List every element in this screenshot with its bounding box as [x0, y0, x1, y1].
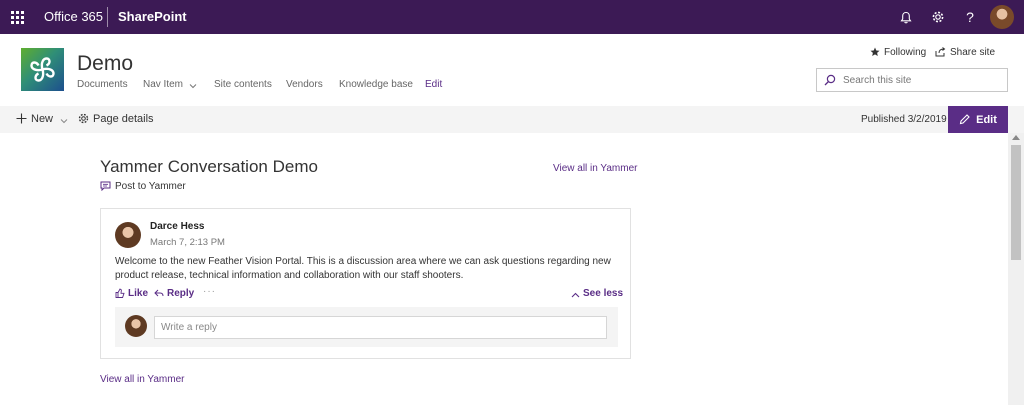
chevron-up-icon: [571, 292, 580, 298]
like-label: Like: [128, 288, 149, 299]
webpart-title: Yammer Conversation Demo: [100, 157, 318, 176]
command-bar: New Page details Published 3/2/2019 Edit: [0, 106, 1024, 133]
pencil-icon: [959, 114, 970, 125]
help-icon[interactable]: ?: [953, 0, 987, 34]
site-logo[interactable]: [21, 48, 64, 91]
page-details-button[interactable]: Page details: [78, 113, 154, 125]
search-box[interactable]: [816, 68, 1008, 92]
see-less-button[interactable]: See less: [571, 288, 623, 299]
nav-item-site-contents[interactable]: Site contents: [214, 79, 272, 90]
suite-bar: Office 365 SharePoint ?: [0, 0, 1024, 34]
comment-icon: [100, 181, 111, 191]
reply-area: [115, 307, 618, 347]
post-to-yammer-label: Post to Yammer: [115, 181, 186, 192]
gear-icon: [78, 113, 89, 124]
more-options-button[interactable]: ···: [203, 286, 216, 297]
see-less-label: See less: [583, 288, 624, 299]
new-label: New: [31, 113, 54, 125]
bell-icon[interactable]: [889, 0, 923, 34]
share-site-button[interactable]: Share site: [935, 47, 995, 58]
edit-label: Edit: [976, 113, 997, 126]
view-all-in-yammer-link[interactable]: View all in Yammer: [553, 163, 637, 174]
nav-item-knowledge-base[interactable]: Knowledge base: [339, 79, 413, 90]
new-button[interactable]: New: [16, 113, 72, 125]
like-button[interactable]: Like: [115, 288, 148, 299]
suite-divider: [107, 7, 108, 27]
following-button[interactable]: Following: [870, 47, 926, 58]
published-status: Published 3/2/2019: [861, 114, 947, 125]
chevron-down-icon: [60, 119, 68, 124]
share-site-label: Share site: [950, 47, 996, 58]
reply-label: Reply: [167, 288, 195, 299]
search-input[interactable]: [843, 72, 1003, 88]
sharepoint-app-title[interactable]: SharePoint: [118, 9, 187, 24]
edit-page-button[interactable]: Edit: [948, 106, 1008, 133]
view-all-in-yammer-bottom-link[interactable]: View all in Yammer: [100, 374, 184, 385]
search-icon[interactable]: [824, 74, 836, 86]
conversation-card: Darce Hess March 7, 2:13 PM Welcome to t…: [100, 208, 631, 359]
nav-item-label: Nav Item: [143, 79, 184, 90]
scrollbar-thumb[interactable]: [1011, 145, 1021, 260]
post-to-yammer-button[interactable]: Post to Yammer: [100, 181, 186, 192]
scroll-up-arrow-icon[interactable]: [1012, 135, 1020, 140]
star-icon: [870, 47, 880, 56]
reply-input[interactable]: [154, 316, 607, 339]
chevron-down-icon: [189, 84, 197, 89]
help-glyph: ?: [966, 9, 974, 25]
reply-arrow-icon: [154, 289, 164, 297]
post-author[interactable]: Darce Hess: [150, 221, 204, 232]
user-avatar[interactable]: [990, 5, 1014, 29]
nav-item-documents[interactable]: Documents: [77, 79, 128, 90]
post-body: Welcome to the new Feather Vision Portal…: [115, 256, 611, 281]
site-title[interactable]: Demo: [77, 52, 133, 76]
current-user-avatar: [125, 315, 147, 337]
nav-item-vendors[interactable]: Vendors: [286, 79, 323, 90]
nav-edit-link[interactable]: Edit: [425, 79, 442, 90]
page-scrollbar[interactable]: [1008, 133, 1024, 405]
author-avatar[interactable]: [115, 222, 141, 248]
page-details-label: Page details: [93, 113, 154, 125]
post-timestamp[interactable]: March 7, 2:13 PM: [150, 237, 225, 248]
waffle-icon[interactable]: [0, 0, 34, 34]
thumbs-up-icon: [115, 288, 125, 298]
nav-item-nav-item[interactable]: Nav Item: [143, 79, 197, 90]
plus-icon: [16, 113, 27, 124]
following-label: Following: [884, 47, 927, 58]
share-icon: [935, 47, 946, 57]
reply-button[interactable]: Reply: [154, 288, 194, 299]
office365-brand[interactable]: Office 365: [44, 9, 103, 24]
gear-icon[interactable]: [921, 0, 955, 34]
post-actions: Like Reply ··· See less: [115, 286, 623, 302]
